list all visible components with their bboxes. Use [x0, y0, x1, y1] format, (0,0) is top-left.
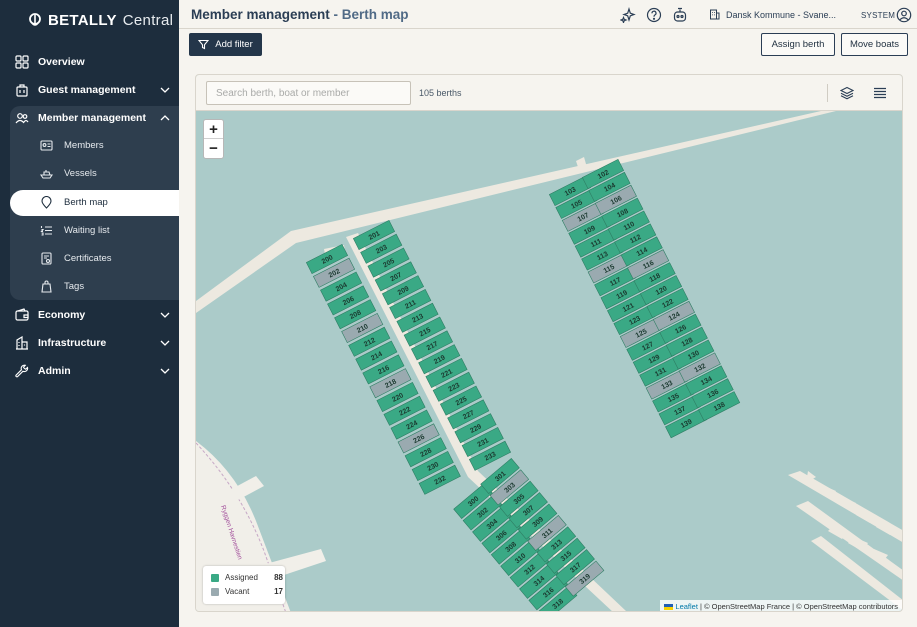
sidebar-item-label: Member management [38, 112, 146, 124]
add-filter-label: Add filter [215, 39, 253, 50]
chevron-up-icon [160, 115, 170, 121]
logo-product: Central [122, 11, 174, 29]
legend-assigned: Assigned 88 [211, 572, 283, 584]
sidebar-subitem-berth-map[interactable]: Berth map [10, 190, 179, 216]
sidebar-subitem-members[interactable]: Members [10, 133, 179, 159]
logo[interactable]: BETALLY Central [28, 10, 173, 30]
sidebar-item-economy[interactable]: Economy [0, 301, 179, 329]
sidebar-subitem-waiting-list[interactable]: Waiting list [10, 218, 179, 244]
grid-icon [15, 55, 29, 69]
berth-count: 105 berths [419, 88, 462, 98]
sparkles-icon[interactable] [620, 7, 636, 23]
ukraine-flag-icon [664, 604, 674, 611]
organization-name: Dansk Kommune - Svane... [726, 9, 837, 20]
organization-picker[interactable]: Dansk Kommune - Svane... [709, 9, 836, 20]
sidebar-item-admin[interactable]: Admin [0, 357, 179, 385]
users-icon [15, 113, 29, 124]
chevron-down-icon [160, 340, 170, 346]
sidebar-item-label: Admin [38, 365, 71, 377]
page-title-separator: - [329, 7, 342, 22]
boat-icon [40, 170, 53, 179]
chevron-down-icon [160, 312, 170, 318]
berth-map-panel: 105 berths Ryggen Havnestien [195, 74, 903, 612]
search-input[interactable] [206, 81, 411, 105]
chevron-down-icon [160, 368, 170, 374]
add-filter-button[interactable]: Add filter [189, 33, 262, 56]
sidebar: BETALLY Central Overview Guest managemen… [0, 0, 179, 627]
map-pin-icon [41, 196, 52, 209]
sidebar-subitem-label: Berth map [64, 197, 108, 208]
sidebar-item-label: Economy [38, 309, 86, 321]
map-legend: Assigned 88 Vacant 17 [203, 566, 285, 604]
chevron-down-icon [160, 87, 170, 93]
sidebar-item-label: Infrastructure [38, 337, 107, 349]
certificate-icon [41, 252, 52, 265]
sidebar-subitem-label: Certificates [64, 253, 112, 264]
sidebar-item-overview[interactable]: Overview [0, 48, 179, 76]
list-ordered-icon [40, 226, 52, 236]
sidebar-subitem-vessels[interactable]: Vessels [10, 161, 179, 187]
sidebar-item-infrastructure[interactable]: Infrastructure [0, 329, 179, 357]
help-circle-icon[interactable] [646, 7, 662, 23]
building-icon [710, 9, 720, 20]
move-boats-button[interactable]: Move boats [841, 33, 908, 56]
logo-brand: BETALLY [48, 11, 117, 29]
sidebar-item-label: Guest management [38, 84, 136, 96]
legend-swatch-assigned [211, 574, 219, 582]
map-topbar: 105 berths [196, 75, 902, 111]
berth-map[interactable]: Ryggen Havnestien 2002022042062082102122… [196, 111, 903, 612]
toolbar: Add filter Assign berth Move boats [179, 29, 917, 61]
user-name: SYSTEM [861, 11, 896, 20]
legend-count: 88 [274, 573, 283, 582]
legend-count: 17 [274, 587, 283, 596]
legend-swatch-vacant [211, 588, 219, 596]
legend-label: Assigned [225, 573, 258, 582]
sidebar-item-member-management[interactable]: Member management [0, 104, 179, 132]
attribution-text: | © OpenStreetMap France | © OpenStreetM… [697, 602, 898, 611]
id-card-icon [40, 140, 53, 151]
layers-icon[interactable] [840, 86, 854, 100]
sidebar-subitem-label: Waiting list [64, 225, 110, 236]
wrench-icon [15, 364, 29, 378]
divider [827, 84, 828, 102]
legend-vacant: Vacant 17 [211, 586, 283, 598]
page-title-sub: Berth map [341, 7, 409, 22]
leaflet-link[interactable]: Leaflet [675, 602, 698, 611]
zoom-out-button[interactable]: − [204, 139, 223, 158]
filter-icon [198, 39, 210, 50]
sidebar-subitem-tags[interactable]: Tags [10, 274, 179, 300]
tag-icon [41, 280, 52, 293]
wallet-icon [15, 308, 29, 321]
sidebar-subitem-label: Tags [64, 281, 85, 292]
page-title: Member management - Berth map [191, 7, 409, 22]
sidebar-subitem-label: Members [64, 140, 104, 151]
suitcase-icon [16, 84, 28, 97]
page-title-main: Member management [191, 7, 330, 22]
legend-label: Vacant [225, 587, 250, 596]
assign-berth-button[interactable]: Assign berth [761, 33, 835, 56]
list-view-icon[interactable] [873, 86, 887, 100]
zoom-in-button[interactable]: + [204, 120, 223, 139]
bot-icon[interactable] [672, 7, 688, 23]
user-circle-icon[interactable] [896, 7, 912, 23]
betally-logo-icon [29, 13, 41, 26]
zoom-control: + − [203, 119, 224, 159]
sidebar-item-guest-management[interactable]: Guest management [0, 76, 179, 104]
header: Member management - Berth map Dansk Komm… [179, 0, 917, 29]
sidebar-item-label: Overview [38, 56, 85, 68]
map-attribution: Leaflet | © OpenStreetMap France | © Ope… [660, 600, 902, 611]
sidebar-subitem-label: Vessels [64, 168, 97, 179]
sidebar-subitem-certificates[interactable]: Certificates [10, 246, 179, 272]
building-icon [16, 336, 28, 350]
